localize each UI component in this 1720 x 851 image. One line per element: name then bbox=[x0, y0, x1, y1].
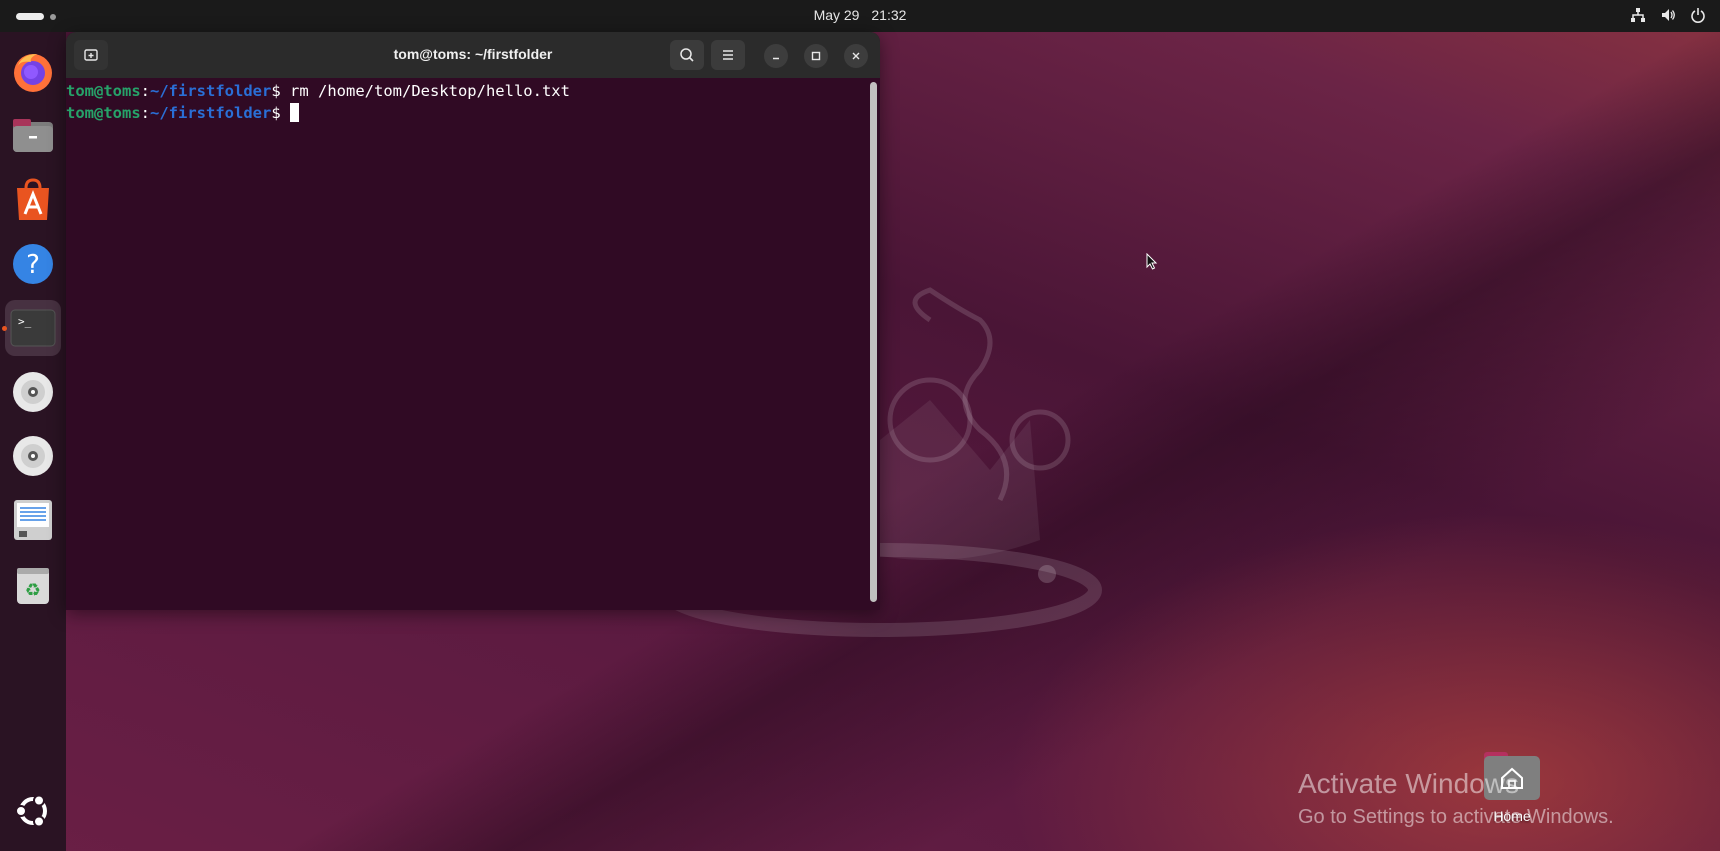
terminal-scrollbar[interactable] bbox=[870, 82, 877, 602]
svg-text:♻: ♻ bbox=[25, 580, 41, 601]
disc-icon bbox=[13, 372, 53, 412]
trash-icon: ♻ bbox=[17, 568, 49, 604]
clock-time: 21:32 bbox=[871, 7, 907, 23]
prompt-path: ~/firstfolder bbox=[150, 104, 272, 122]
terminal-icon: >_ bbox=[10, 309, 56, 347]
mouse-pointer-icon bbox=[1146, 253, 1158, 270]
text-cursor bbox=[290, 103, 299, 122]
dock-item-disc-2[interactable] bbox=[5, 428, 61, 484]
search-button[interactable] bbox=[670, 40, 704, 70]
terminal-window[interactable]: tom@toms: ~/firstfolder tom@toms:~/first… bbox=[66, 32, 880, 610]
terminal-glyph: >_ bbox=[18, 315, 32, 328]
search-icon bbox=[680, 48, 694, 62]
close-button[interactable] bbox=[844, 44, 868, 68]
close-icon bbox=[852, 52, 860, 60]
dock: ? >_ ♻ bbox=[0, 32, 66, 851]
prompt-user: tom@toms bbox=[66, 104, 141, 122]
dock-item-show-apps[interactable] bbox=[5, 783, 61, 839]
clock-date: May 29 bbox=[813, 7, 860, 23]
terminal-header-bar[interactable]: tom@toms: ~/firstfolder bbox=[66, 32, 880, 78]
running-indicator bbox=[2, 326, 7, 331]
prompt-user: tom@toms bbox=[66, 82, 141, 100]
help-icon: ? bbox=[13, 244, 53, 284]
maximize-icon bbox=[811, 51, 821, 61]
dock-item-app-center[interactable] bbox=[5, 172, 61, 228]
files-icon bbox=[13, 119, 53, 152]
system-tray[interactable] bbox=[1630, 7, 1706, 23]
prompt-separator: : bbox=[140, 82, 150, 100]
ubuntu-logo-icon bbox=[15, 794, 47, 828]
power-icon[interactable] bbox=[1690, 7, 1706, 23]
terminal-line: tom@toms:~/firstfolder$ bbox=[66, 102, 868, 124]
dock-item-firefox[interactable] bbox=[5, 44, 61, 100]
dock-item-terminal[interactable]: >_ bbox=[2, 300, 61, 356]
top-bar: May 29 21:32 bbox=[0, 0, 1720, 32]
prompt-symbol: $ bbox=[271, 82, 290, 100]
prompt-path: ~/firstfolder bbox=[150, 82, 272, 100]
window-title: tom@toms: ~/firstfolder bbox=[393, 46, 553, 62]
hamburger-menu-icon bbox=[723, 50, 733, 60]
maximize-button[interactable] bbox=[804, 44, 828, 68]
command-text: rm /home/tom/Desktop/hello.txt bbox=[290, 82, 570, 100]
terminal-output[interactable]: tom@toms:~/firstfolder$ rm /home/tom/Des… bbox=[66, 78, 868, 610]
dock-item-disc-1[interactable] bbox=[5, 364, 61, 420]
app-center-icon bbox=[17, 178, 49, 220]
volume-icon[interactable] bbox=[1660, 7, 1676, 23]
watermark-subtitle: Go to Settings to activate Windows. bbox=[1298, 806, 1614, 828]
dock-item-trash[interactable]: ♻ bbox=[5, 556, 61, 612]
menu-button[interactable] bbox=[711, 40, 745, 70]
document-icon bbox=[14, 500, 52, 540]
network-icon[interactable] bbox=[1630, 7, 1646, 23]
disc-icon bbox=[13, 436, 53, 476]
minimize-icon bbox=[773, 57, 779, 60]
dock-item-text-editor[interactable] bbox=[5, 492, 61, 548]
prompt-symbol: $ bbox=[271, 104, 290, 122]
dock-item-help[interactable]: ? bbox=[5, 236, 61, 292]
firefox-icon bbox=[14, 54, 52, 92]
desktop[interactable]: May 29 21:32 ? >_ ♻ tom@toms: ~/firstfol… bbox=[0, 0, 1720, 851]
terminal-line: tom@toms:~/firstfolder$ rm /home/tom/Des… bbox=[66, 80, 868, 102]
clock[interactable]: May 29 21:32 bbox=[0, 7, 1720, 23]
dock-item-files[interactable] bbox=[5, 108, 61, 164]
prompt-separator: : bbox=[140, 104, 150, 122]
activation-watermark: Activate Windows Go to Settings to activ… bbox=[1298, 768, 1614, 829]
watermark-title: Activate Windows bbox=[1298, 768, 1519, 799]
minimize-button[interactable] bbox=[764, 44, 788, 68]
svg-text:?: ? bbox=[26, 250, 40, 280]
